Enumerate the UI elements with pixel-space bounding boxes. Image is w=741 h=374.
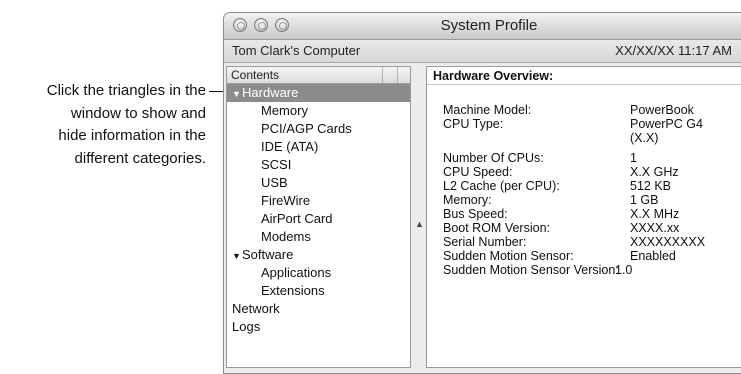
- disclosure-triangle-icon[interactable]: ▼: [232, 85, 242, 103]
- callout-line: window to show and: [70, 104, 206, 122]
- sidebar-item[interactable]: ▼Hardware: [227, 84, 410, 102]
- sidebar-item[interactable]: Applications: [227, 264, 410, 282]
- contents-header-label: Contents: [231, 68, 280, 82]
- sidebar-item[interactable]: USB: [227, 174, 410, 192]
- report-datetime: XX/XX/XX 11:17 AM: [615, 43, 732, 58]
- system-profile-window: System Profile Tom Clark's Computer XX/X…: [223, 12, 741, 374]
- property-value: PowerBook: [630, 103, 694, 117]
- sidebar-item-label: IDE (ATA): [261, 139, 319, 154]
- window-content: Contents ▼Hardware Memory PCI/AGP Cards IDE…: [224, 63, 741, 373]
- info-bar: Tom Clark's Computer XX/XX/XX 11:17 AM: [224, 40, 741, 63]
- sidebar-item-label: USB: [261, 175, 288, 190]
- sidebar-item[interactable]: FireWire: [227, 192, 410, 210]
- sidebar-item[interactable]: Memory: [227, 102, 410, 120]
- sidebar-item[interactable]: Extensions: [227, 282, 410, 300]
- sidebar-item-label: PCI/AGP Cards: [261, 121, 352, 136]
- property-value: X.X MHz: [630, 207, 680, 221]
- property-value: 1.0: [615, 263, 633, 277]
- computer-name: Tom Clark's Computer: [232, 43, 361, 58]
- disclosure-triangle-icon[interactable]: ▼: [232, 247, 242, 265]
- contents-column-header[interactable]: Contents: [227, 67, 410, 84]
- sidebar-item[interactable]: AirPort Card: [227, 210, 410, 228]
- sidebar-item-label: Network: [232, 301, 280, 316]
- sidebar-item-label: Hardware: [242, 85, 299, 100]
- sidebar-item[interactable]: Network: [227, 300, 410, 318]
- sidebar-item-label: Extensions: [261, 283, 325, 298]
- splitter-grip-icon: ▲: [415, 219, 424, 229]
- property-key: CPU Speed:: [443, 165, 513, 179]
- property-value: XXXX.xx: [630, 221, 680, 235]
- property-key: Memory:: [443, 193, 492, 207]
- window-title: System Profile: [440, 17, 538, 34]
- property-value: PowerPC G4: [630, 117, 703, 131]
- sidebar-item-label: Applications: [261, 265, 332, 280]
- property-key: Serial Number:: [443, 235, 527, 249]
- contents-pane: Contents ▼Hardware Memory PCI/AGP Cards IDE…: [226, 66, 411, 368]
- sidebar-item-label: Logs: [232, 319, 261, 334]
- detail-pane: Hardware Overview: Machine Model: PowerBo…: [426, 66, 741, 368]
- property-key: Bus Speed:: [443, 207, 508, 221]
- column-divider: [382, 67, 383, 83]
- property-key: Sudden Motion Sensor Version:: [443, 263, 619, 277]
- property-key: Sudden Motion Sensor:: [443, 249, 574, 263]
- title-bar[interactable]: System Profile: [224, 13, 741, 40]
- property-value: 1 GB: [630, 193, 659, 207]
- callout-text: Click the triangles in the window to sho…: [0, 80, 206, 170]
- sidebar-item[interactable]: SCSI: [227, 156, 410, 174]
- callout-line: hide information in the: [58, 127, 206, 144]
- property-value: 512 KB: [630, 179, 672, 193]
- sidebar-item-label: Software: [242, 247, 294, 262]
- callout-line: Click the triangles in the: [46, 82, 206, 99]
- property-key: Number Of CPUs:: [443, 151, 544, 165]
- sidebar-item-label: FireWire: [261, 193, 311, 208]
- column-divider: [397, 67, 398, 83]
- property-key: Boot ROM Version:: [443, 221, 550, 235]
- property-value: (X.X): [630, 131, 659, 145]
- pane-splitter[interactable]: ▲: [413, 66, 424, 366]
- property-key: L2 Cache (per CPU):: [443, 179, 560, 193]
- sidebar-item[interactable]: ▼Software: [227, 246, 410, 264]
- property-value: Enabled: [630, 249, 676, 263]
- callout-line: different categories.: [74, 149, 206, 167]
- sidebar-item-label: AirPort Card: [261, 211, 333, 226]
- sidebar-item[interactable]: Modems: [227, 228, 410, 246]
- property-value: XXXXXXXXX: [630, 235, 706, 249]
- sidebar-item[interactable]: Logs: [227, 318, 410, 336]
- contents-tree: ▼Hardware Memory PCI/AGP Cards IDE (ATA) SCS…: [227, 84, 410, 336]
- sidebar-item-label: Modems: [261, 229, 311, 244]
- sidebar-item[interactable]: PCI/AGP Cards: [227, 120, 410, 138]
- detail-title: Hardware Overview:: [427, 67, 741, 85]
- sidebar-item[interactable]: IDE (ATA): [227, 138, 410, 156]
- sidebar-item-label: SCSI: [261, 157, 292, 172]
- property-key: CPU Type:: [443, 117, 504, 131]
- property-value: X.X GHz: [630, 165, 679, 179]
- sidebar-item-label: Memory: [261, 103, 308, 118]
- property-key: Machine Model:: [443, 103, 532, 117]
- property-value: 1: [630, 151, 637, 165]
